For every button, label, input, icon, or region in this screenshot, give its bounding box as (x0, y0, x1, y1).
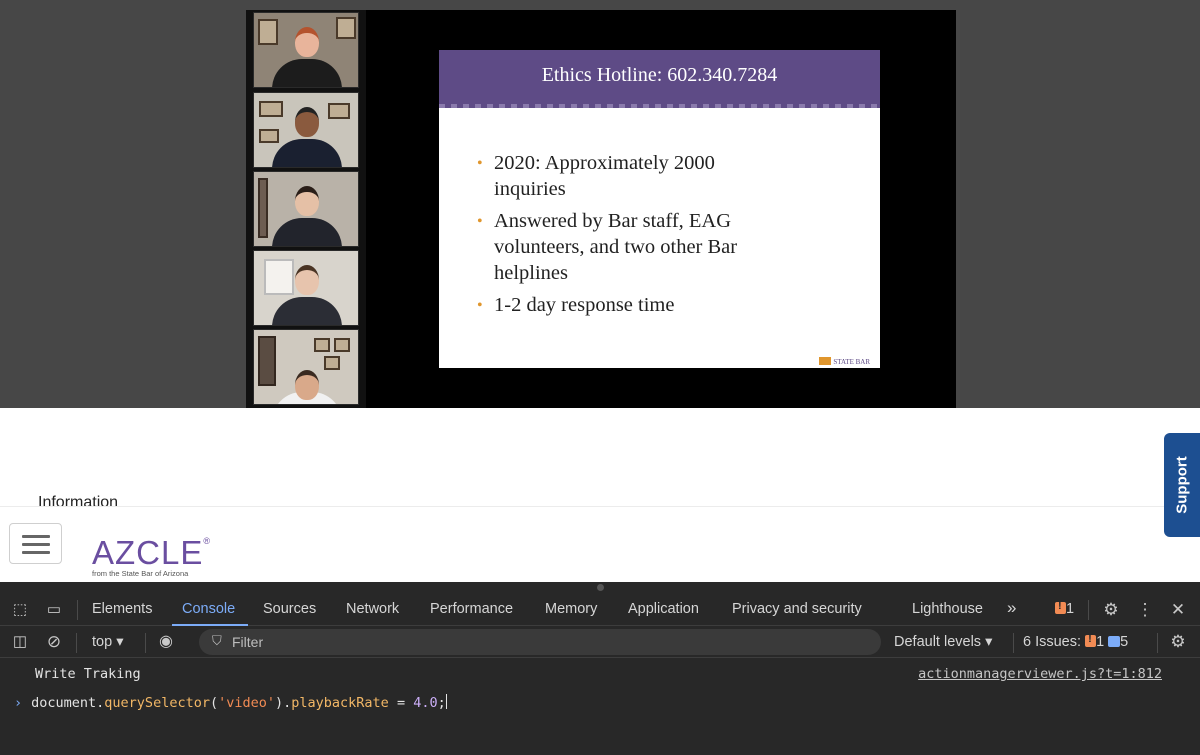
tab-console[interactable]: Console (182, 601, 235, 617)
slide-header-trim (439, 104, 880, 108)
filter-input[interactable]: ⛉ Filter (199, 629, 881, 655)
active-tab-indicator (172, 624, 248, 626)
state-bar-logo: STATE BAR (819, 357, 870, 366)
menu-button[interactable] (9, 523, 62, 564)
slide-bullet-list: • 2020: Approximately 2000 inquiries • Ans… (477, 150, 777, 324)
console-input[interactable]: › document.querySelector('video').playbac… (14, 694, 447, 711)
warning-icon (1055, 600, 1066, 614)
log-levels-dropdown[interactable]: Default levels ▾ (894, 634, 992, 650)
text-cursor (445, 694, 447, 709)
divider (0, 506, 1200, 507)
participant-video (253, 329, 359, 405)
context-selector[interactable]: top ▾ (92, 634, 123, 650)
close-icon[interactable]: ✕ (1168, 600, 1188, 620)
prompt-chevron-icon: › (14, 695, 23, 711)
slide-title: Ethics Hotline: 602.340.7284 (541, 64, 778, 86)
section-heading: Information (38, 494, 119, 511)
console-settings-gear-icon[interactable]: ⚙ (1168, 632, 1188, 652)
sidebar-toggle-icon[interactable]: ◫ (10, 632, 30, 652)
slide-bullet: • 1-2 day response time (477, 294, 675, 316)
slide-bullet: • 2020: Approximately 2000 inquiries (477, 152, 715, 200)
tab-network[interactable]: Network (346, 601, 399, 617)
slide-header: Ethics Hotline: 602.340.7284 (439, 50, 880, 108)
menu-icon (22, 543, 50, 546)
issues-counter[interactable]: 6 Issues: 1 5 (1023, 633, 1128, 650)
participant-video (253, 171, 359, 247)
brand-name: AZCLE (92, 534, 204, 571)
clear-console-icon[interactable]: ⊘ (44, 632, 64, 652)
console-source-link[interactable]: actionmanagerviewer.js?t=1:812 (918, 666, 1162, 682)
tab-application[interactable]: Application (628, 601, 699, 617)
video-area: Ethics Hotline: 602.340.7284 • 2020: Appr… (0, 0, 1200, 408)
filter-icon: ⛉ (212, 633, 222, 648)
console-log-message: Write Traking (35, 666, 141, 682)
tab-lighthouse[interactable]: Lighthouse (912, 601, 983, 617)
slide-bullet: • Answered by Bar staff, EAG volunteers, … (477, 210, 738, 284)
inspect-element-icon[interactable]: ⬚ (10, 600, 30, 620)
info-icon (1108, 636, 1121, 647)
participant-strip (246, 10, 366, 408)
devtools-tabbar: ⬚ ▭ Elements Console Sources Network Per… (0, 594, 1200, 626)
presentation-slide: Ethics Hotline: 602.340.7284 • 2020: Appr… (439, 50, 880, 368)
warning-icon (1085, 633, 1097, 647)
warning-counter[interactable]: 1 (1055, 600, 1074, 617)
web-page: Information AZCLE® from the State Bar of… (0, 408, 1200, 582)
tab-sources[interactable]: Sources (263, 601, 316, 617)
participant-video (253, 250, 359, 326)
resize-handle[interactable] (597, 584, 604, 591)
support-button[interactable]: Support (1164, 433, 1200, 537)
participant-video (253, 12, 359, 88)
settings-gear-icon[interactable]: ⚙ (1101, 600, 1121, 620)
devtools-panel: ⬚ ▭ Elements Console Sources Network Per… (0, 582, 1200, 755)
device-toolbar-icon[interactable]: ▭ (44, 600, 64, 620)
live-expression-eye-icon[interactable]: ◉ (156, 632, 176, 652)
tab-privacy-security[interactable]: Privacy and security (732, 601, 862, 617)
tab-performance[interactable]: Performance (430, 601, 513, 617)
more-tabs-icon[interactable]: » (1007, 598, 1016, 618)
brand-logo[interactable]: AZCLE® from the State Bar of Arizona (92, 523, 211, 579)
menu-icon (22, 551, 50, 554)
participant-video (253, 92, 359, 168)
video-player[interactable]: Ethics Hotline: 602.340.7284 • 2020: Appr… (246, 10, 956, 408)
console-toolbar: ◫ ⊘ top ▾ ◉ ⛉ Filter Default levels ▾ 6 … (0, 627, 1200, 658)
tab-memory[interactable]: Memory (545, 601, 597, 617)
more-options-icon[interactable]: ⋮ (1135, 600, 1155, 620)
menu-icon (22, 535, 50, 538)
tab-elements[interactable]: Elements (92, 601, 152, 617)
